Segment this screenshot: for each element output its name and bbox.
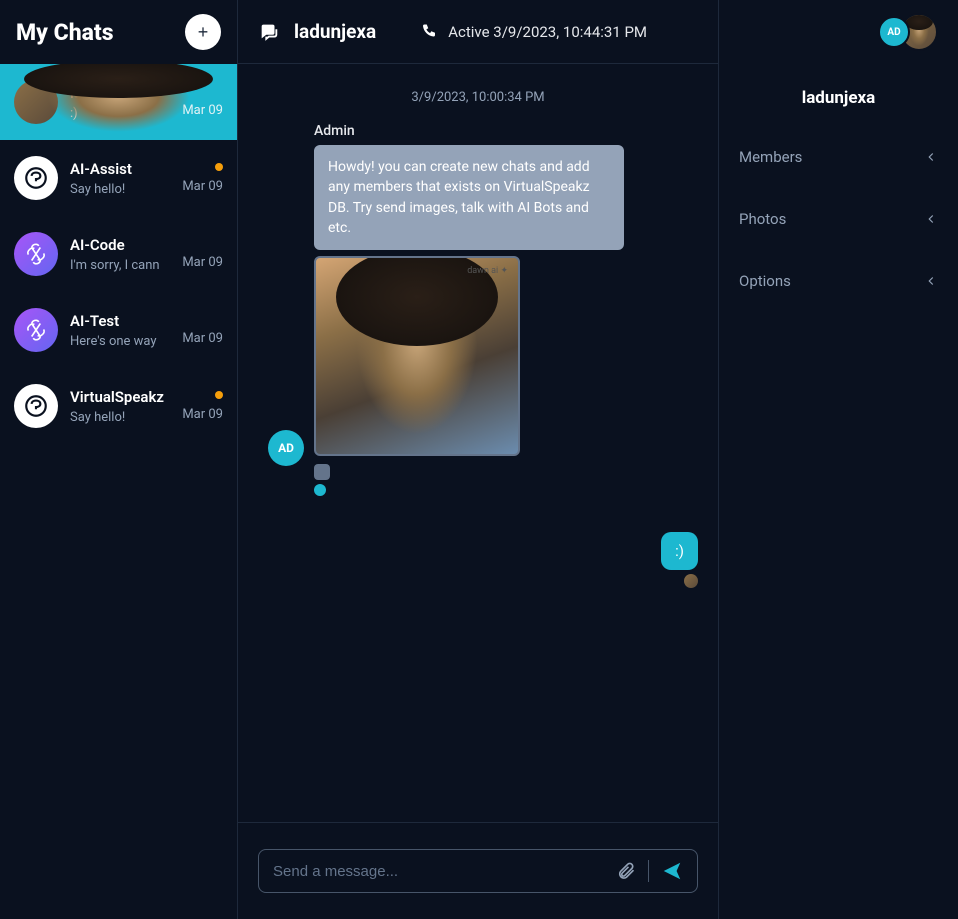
chat-info: AI-Code I'm sorry, I cann	[70, 236, 170, 273]
message-image[interactable]	[314, 256, 520, 456]
chat-header: ladunjexa Active 3/9/2023, 10:44:31 PM	[238, 0, 718, 64]
chevron-left-icon	[924, 212, 938, 226]
main-panel: ladunjexa Active 3/9/2023, 10:44:31 PM 3…	[238, 0, 719, 919]
composer-area	[238, 822, 718, 919]
avatar	[14, 80, 58, 124]
sidebar: My Chats + ladunjexa :) Mar 09 AI-Assist…	[0, 0, 238, 919]
attach-button[interactable]	[616, 861, 636, 881]
status-text: Active 3/9/2023, 10:44:31 PM	[448, 23, 647, 41]
section-label: Options	[739, 272, 791, 290]
sidebar-title: My Chats	[16, 19, 114, 46]
avatar	[14, 384, 58, 428]
chat-info: AI-Test Here's one way	[70, 312, 170, 349]
right-panel: AD ladunjexa Members Photos Options	[719, 0, 958, 919]
unread-dot-icon	[215, 163, 223, 171]
message-footer	[314, 464, 698, 496]
composer	[258, 849, 698, 893]
day-divider: 3/9/2023, 10:00:34 PM	[258, 90, 698, 105]
avatar	[14, 232, 58, 276]
chat-preview: I'm sorry, I cann	[70, 258, 170, 273]
chat-name: VirtualSpeakz	[70, 388, 170, 406]
chat-name: AI-Code	[70, 236, 170, 254]
sender-avatar: AD	[268, 430, 304, 466]
chat-item-ladunjexa[interactable]: ladunjexa :) Mar 09	[0, 64, 237, 140]
message-group-out: :)	[258, 512, 698, 588]
send-icon	[661, 860, 683, 882]
chat-preview: Here's one way	[70, 334, 170, 349]
openai-icon	[23, 317, 49, 343]
chevron-left-icon	[924, 150, 938, 164]
chat-name: AI-Test	[70, 312, 170, 330]
chat-meta: Mar 09	[182, 163, 223, 194]
divider	[648, 860, 649, 882]
message-group-admin: Admin Howdy! you can create new chats an…	[258, 123, 698, 496]
paperclip-icon	[616, 861, 636, 881]
avatar	[14, 308, 58, 352]
section-members[interactable]: Members	[719, 126, 958, 188]
read-receipt-icon	[314, 484, 326, 496]
message-area[interactable]: 3/9/2023, 10:00:34 PM Admin Howdy! you c…	[238, 64, 718, 822]
section-photos[interactable]: Photos	[719, 188, 958, 250]
read-receipt-avatar	[684, 574, 698, 588]
phone-icon	[420, 23, 438, 41]
chat-item-virtualspeakz[interactable]: VirtualSpeakz Say hello! Mar 09	[0, 368, 237, 444]
chat-name: AI-Assist	[70, 160, 170, 178]
chat-preview: Say hello!	[70, 410, 170, 425]
chat-preview: Say hello!	[70, 182, 170, 197]
chat-meta: Mar 09	[182, 391, 223, 422]
chat-date: Mar 09	[182, 255, 223, 270]
right-panel-title: ladunjexa	[719, 64, 958, 126]
chat-meta: Mar 09	[182, 239, 223, 270]
chat-bubble-icon	[23, 393, 49, 419]
section-label: Members	[739, 148, 802, 166]
chat-icon	[258, 21, 280, 43]
reaction-icon[interactable]	[314, 464, 330, 480]
unread-dot-icon	[215, 391, 223, 399]
message-bubble: Howdy! you can create new chats and add …	[314, 145, 624, 250]
openai-icon	[23, 241, 49, 267]
chat-info: AI-Assist Say hello!	[70, 160, 170, 197]
sidebar-header: My Chats +	[0, 0, 237, 64]
member-avatar-admin: AD	[878, 16, 910, 48]
section-label: Photos	[739, 210, 786, 228]
message-sender: Admin	[314, 123, 698, 139]
chat-item-ai-code[interactable]: AI-Code I'm sorry, I cann Mar 09	[0, 216, 237, 292]
section-options[interactable]: Options	[719, 250, 958, 312]
chat-list: ladunjexa :) Mar 09 AI-Assist Say hello!…	[0, 64, 237, 919]
send-button[interactable]	[661, 860, 683, 882]
avatar	[14, 156, 58, 200]
chat-date: Mar 09	[182, 179, 223, 194]
chat-header-title: ladunjexa	[294, 20, 376, 43]
chat-info: VirtualSpeakz Say hello!	[70, 388, 170, 425]
chat-meta: Mar 09	[182, 315, 223, 346]
chat-header-status: Active 3/9/2023, 10:44:31 PM	[420, 23, 647, 41]
chevron-left-icon	[924, 274, 938, 288]
new-chat-button[interactable]: +	[185, 14, 221, 50]
chat-date: Mar 09	[182, 407, 223, 422]
message-bubble-out: :)	[661, 532, 698, 570]
message-input[interactable]	[273, 863, 604, 880]
right-panel-header: AD	[719, 0, 958, 64]
chat-date: Mar 09	[182, 331, 223, 346]
chat-item-ai-test[interactable]: AI-Test Here's one way Mar 09	[0, 292, 237, 368]
chat-bubble-icon	[23, 165, 49, 191]
chat-item-ai-assist[interactable]: AI-Assist Say hello! Mar 09	[0, 140, 237, 216]
